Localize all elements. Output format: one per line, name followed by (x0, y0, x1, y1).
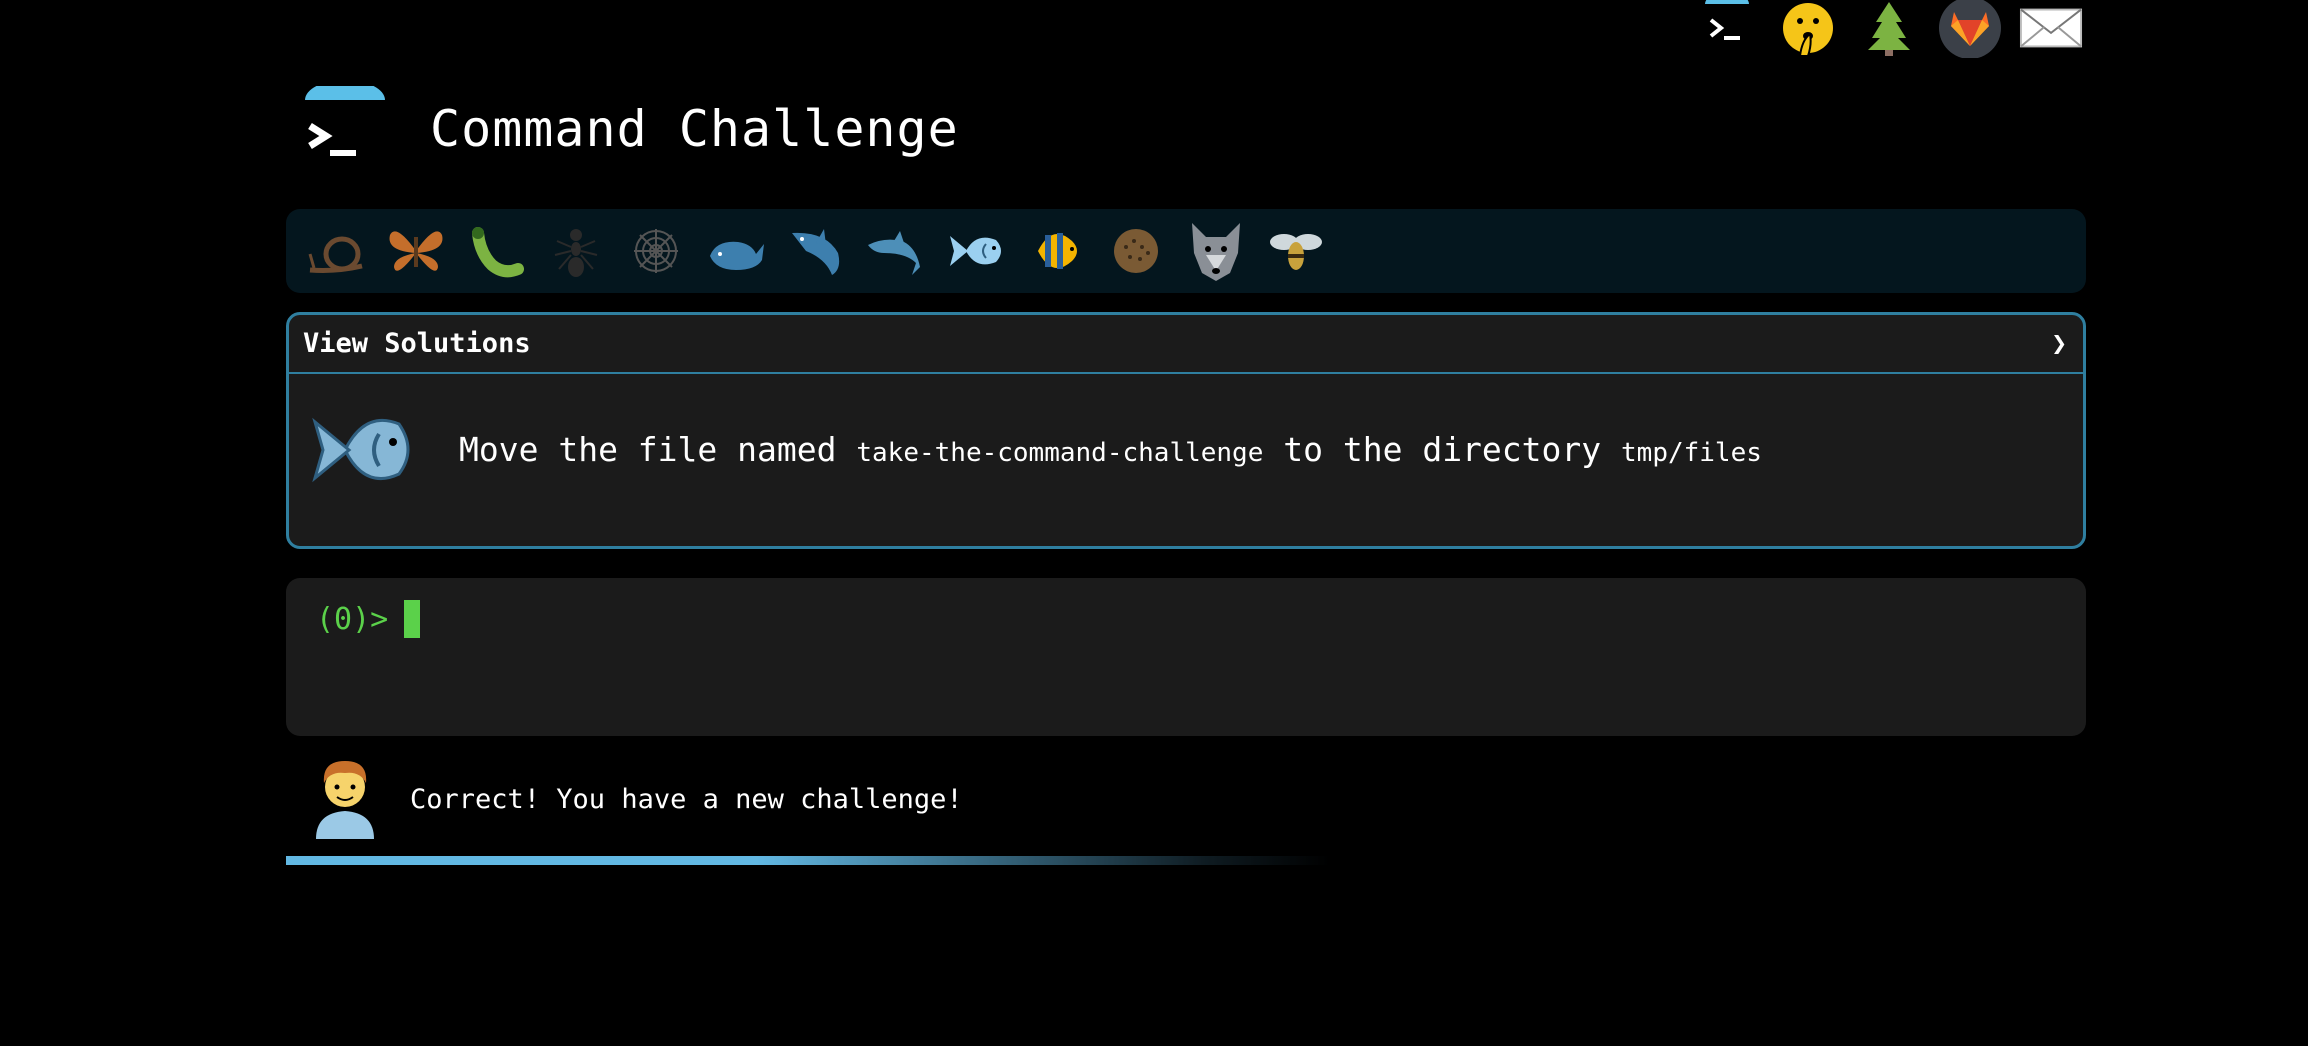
header: Command Challenge (300, 80, 959, 172)
chevron-right-icon: ❯ (2051, 328, 2067, 359)
terminal[interactable]: (0)> (286, 578, 2086, 736)
challenge-body: Move the file named take-the-command-cha… (289, 374, 2083, 546)
page-title: Command Challenge (430, 100, 959, 158)
shushing-face-icon[interactable] (1776, 0, 1840, 56)
tree-icon[interactable] (1857, 0, 1921, 56)
spider-web-icon[interactable] (616, 216, 696, 286)
status-message-row: Correct! You have a new challenge! (310, 755, 963, 843)
status-message: Correct! You have a new challenge! (410, 783, 963, 815)
ant-icon[interactable] (536, 216, 616, 286)
task-directory: tmp/files (1621, 438, 1762, 468)
page: Command Challenge View Solutions ❯ Move … (0, 0, 2308, 1046)
wolf-icon[interactable] (1176, 216, 1256, 286)
view-solutions-label: View Solutions (303, 328, 531, 359)
terminal-input[interactable] (416, 596, 2056, 640)
fish-icon (309, 400, 419, 500)
challenge-panel: View Solutions ❯ Move the file named tak… (286, 312, 2086, 549)
tropical-fish-icon[interactable] (1016, 216, 1096, 286)
task-middle: to the directory (1283, 430, 1602, 469)
terminal-icon[interactable] (1695, 0, 1759, 56)
challenge-description: Move the file named take-the-command-cha… (459, 430, 1762, 469)
shark-icon[interactable] (776, 216, 856, 286)
task-filename: take-the-command-challenge (856, 438, 1264, 468)
top-icon-bar (1695, 0, 2100, 58)
progress-bar (286, 856, 2086, 865)
app-logo-icon[interactable] (300, 80, 390, 172)
level-strip (286, 209, 2086, 293)
progress-fill (286, 856, 1330, 865)
caterpillar-icon[interactable] (456, 216, 536, 286)
fish-icon[interactable] (936, 216, 1016, 286)
task-prefix: Move the file named (459, 430, 837, 469)
snail-icon[interactable] (296, 216, 376, 286)
bee-icon[interactable] (1256, 216, 1336, 286)
prompt-text: (0)> (316, 601, 389, 637)
mail-icon[interactable] (2019, 0, 2083, 56)
blowfish-icon[interactable] (1096, 216, 1176, 286)
view-solutions-toggle[interactable]: View Solutions ❯ (289, 315, 2083, 374)
butterfly-icon[interactable] (376, 216, 456, 286)
whale-icon[interactable] (696, 216, 776, 286)
gitlab-icon[interactable] (1938, 0, 2002, 58)
person-avatar-icon (310, 755, 380, 843)
terminal-prompt: (0)> (316, 600, 421, 638)
dolphin-icon[interactable] (856, 216, 936, 286)
